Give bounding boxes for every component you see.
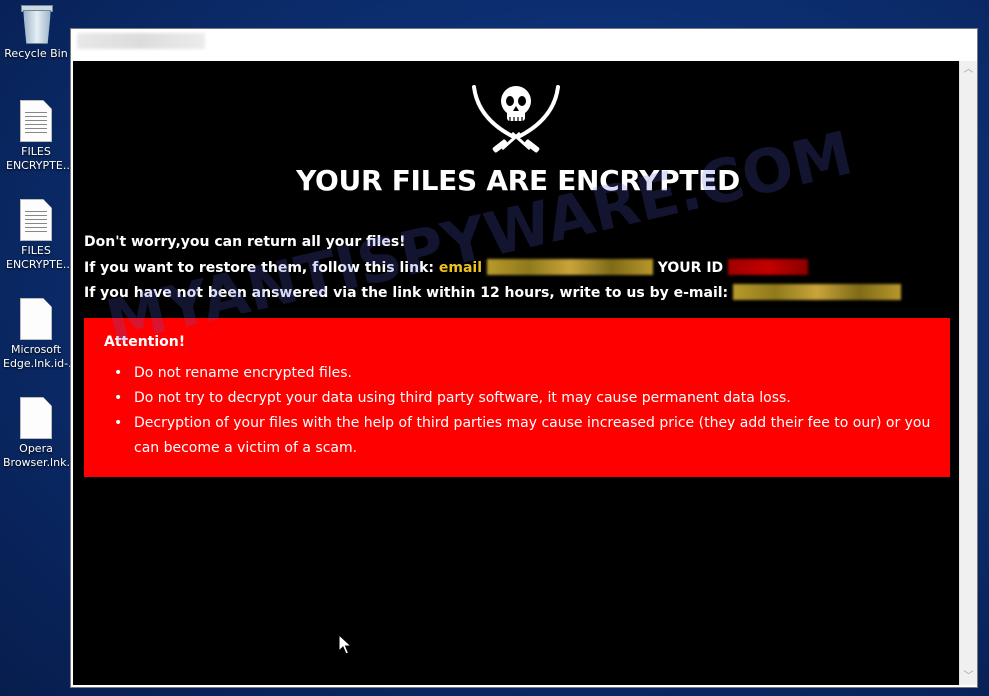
- ransom-note-window[interactable]: YOUR FILES ARE ENCRYPTED Don't worry,you…: [70, 28, 978, 688]
- restore-link-line: If you want to restore them, follow this…: [84, 259, 809, 276]
- window-title-redacted: [77, 33, 205, 49]
- attention-list: Do not rename encrypted files. Do not tr…: [104, 361, 934, 461]
- attention-item: Decryption of your files with the help o…: [104, 411, 934, 461]
- desktop-icon-label: FILES ENCRYPTE...: [6, 244, 74, 271]
- reassurance-line: Don't worry,you can return all your file…: [84, 234, 406, 250]
- desktop-icon-microsoft-edge[interactable]: Microsoft Edge.lnk.id-...: [0, 298, 79, 371]
- email-link-label[interactable]: email: [439, 260, 482, 276]
- desktop-icon-files-encrypted-1[interactable]: FILES ENCRYPTE...: [0, 100, 74, 173]
- file-icon: [20, 298, 52, 340]
- scroll-up-arrow-icon[interactable]: ︿: [960, 61, 977, 78]
- attention-item: Do not try to decrypt your data using th…: [104, 386, 934, 411]
- file-icon: [20, 397, 52, 439]
- desktop-icon-label: Recycle Bin: [4, 47, 68, 60]
- desktop-icon-recycle-bin[interactable]: Recycle Bin: [0, 2, 72, 61]
- window-titlebar[interactable]: [71, 29, 977, 59]
- mouse-pointer-icon: [338, 634, 352, 655]
- restore-link-prefix: If you want to restore them, follow this…: [84, 260, 434, 276]
- fallback-email-prefix: If you have not been answered via the li…: [84, 285, 729, 301]
- ransom-headline: YOUR FILES ARE ENCRYPTED: [296, 164, 740, 197]
- scroll-down-arrow-icon[interactable]: ﹀: [960, 668, 977, 685]
- fallback-email-line: If you have not been answered via the li…: [84, 284, 902, 301]
- redacted-victim-id: [728, 259, 809, 275]
- desktop-icon-label: Opera Browser.lnk....: [3, 442, 81, 469]
- desktop-icon-label: FILES ENCRYPTE...: [6, 145, 74, 172]
- recycle-bin-icon: [19, 2, 53, 44]
- desktop-icon-label: Microsoft Edge.lnk.id-...: [3, 343, 79, 370]
- text-document-icon: [20, 199, 52, 241]
- desktop-icon-opera[interactable]: Opera Browser.lnk....: [0, 397, 81, 470]
- desktop-icon-files-encrypted-2[interactable]: FILES ENCRYPTE...: [0, 199, 74, 272]
- attention-item: Do not rename encrypted files.: [104, 361, 934, 386]
- redacted-email-address: [486, 259, 653, 275]
- pirate-skull-crossed-swords-icon: [472, 85, 560, 153]
- text-document-icon: [20, 100, 52, 142]
- attention-title: Attention!: [104, 334, 186, 350]
- attention-box: Attention! Do not rename encrypted files…: [84, 318, 950, 477]
- vertical-scrollbar[interactable]: ︿ ﹀: [959, 61, 977, 685]
- redacted-fallback-email: [733, 284, 902, 300]
- your-id-label: YOUR ID: [657, 260, 724, 276]
- ransom-note-content: YOUR FILES ARE ENCRYPTED Don't worry,you…: [73, 61, 959, 685]
